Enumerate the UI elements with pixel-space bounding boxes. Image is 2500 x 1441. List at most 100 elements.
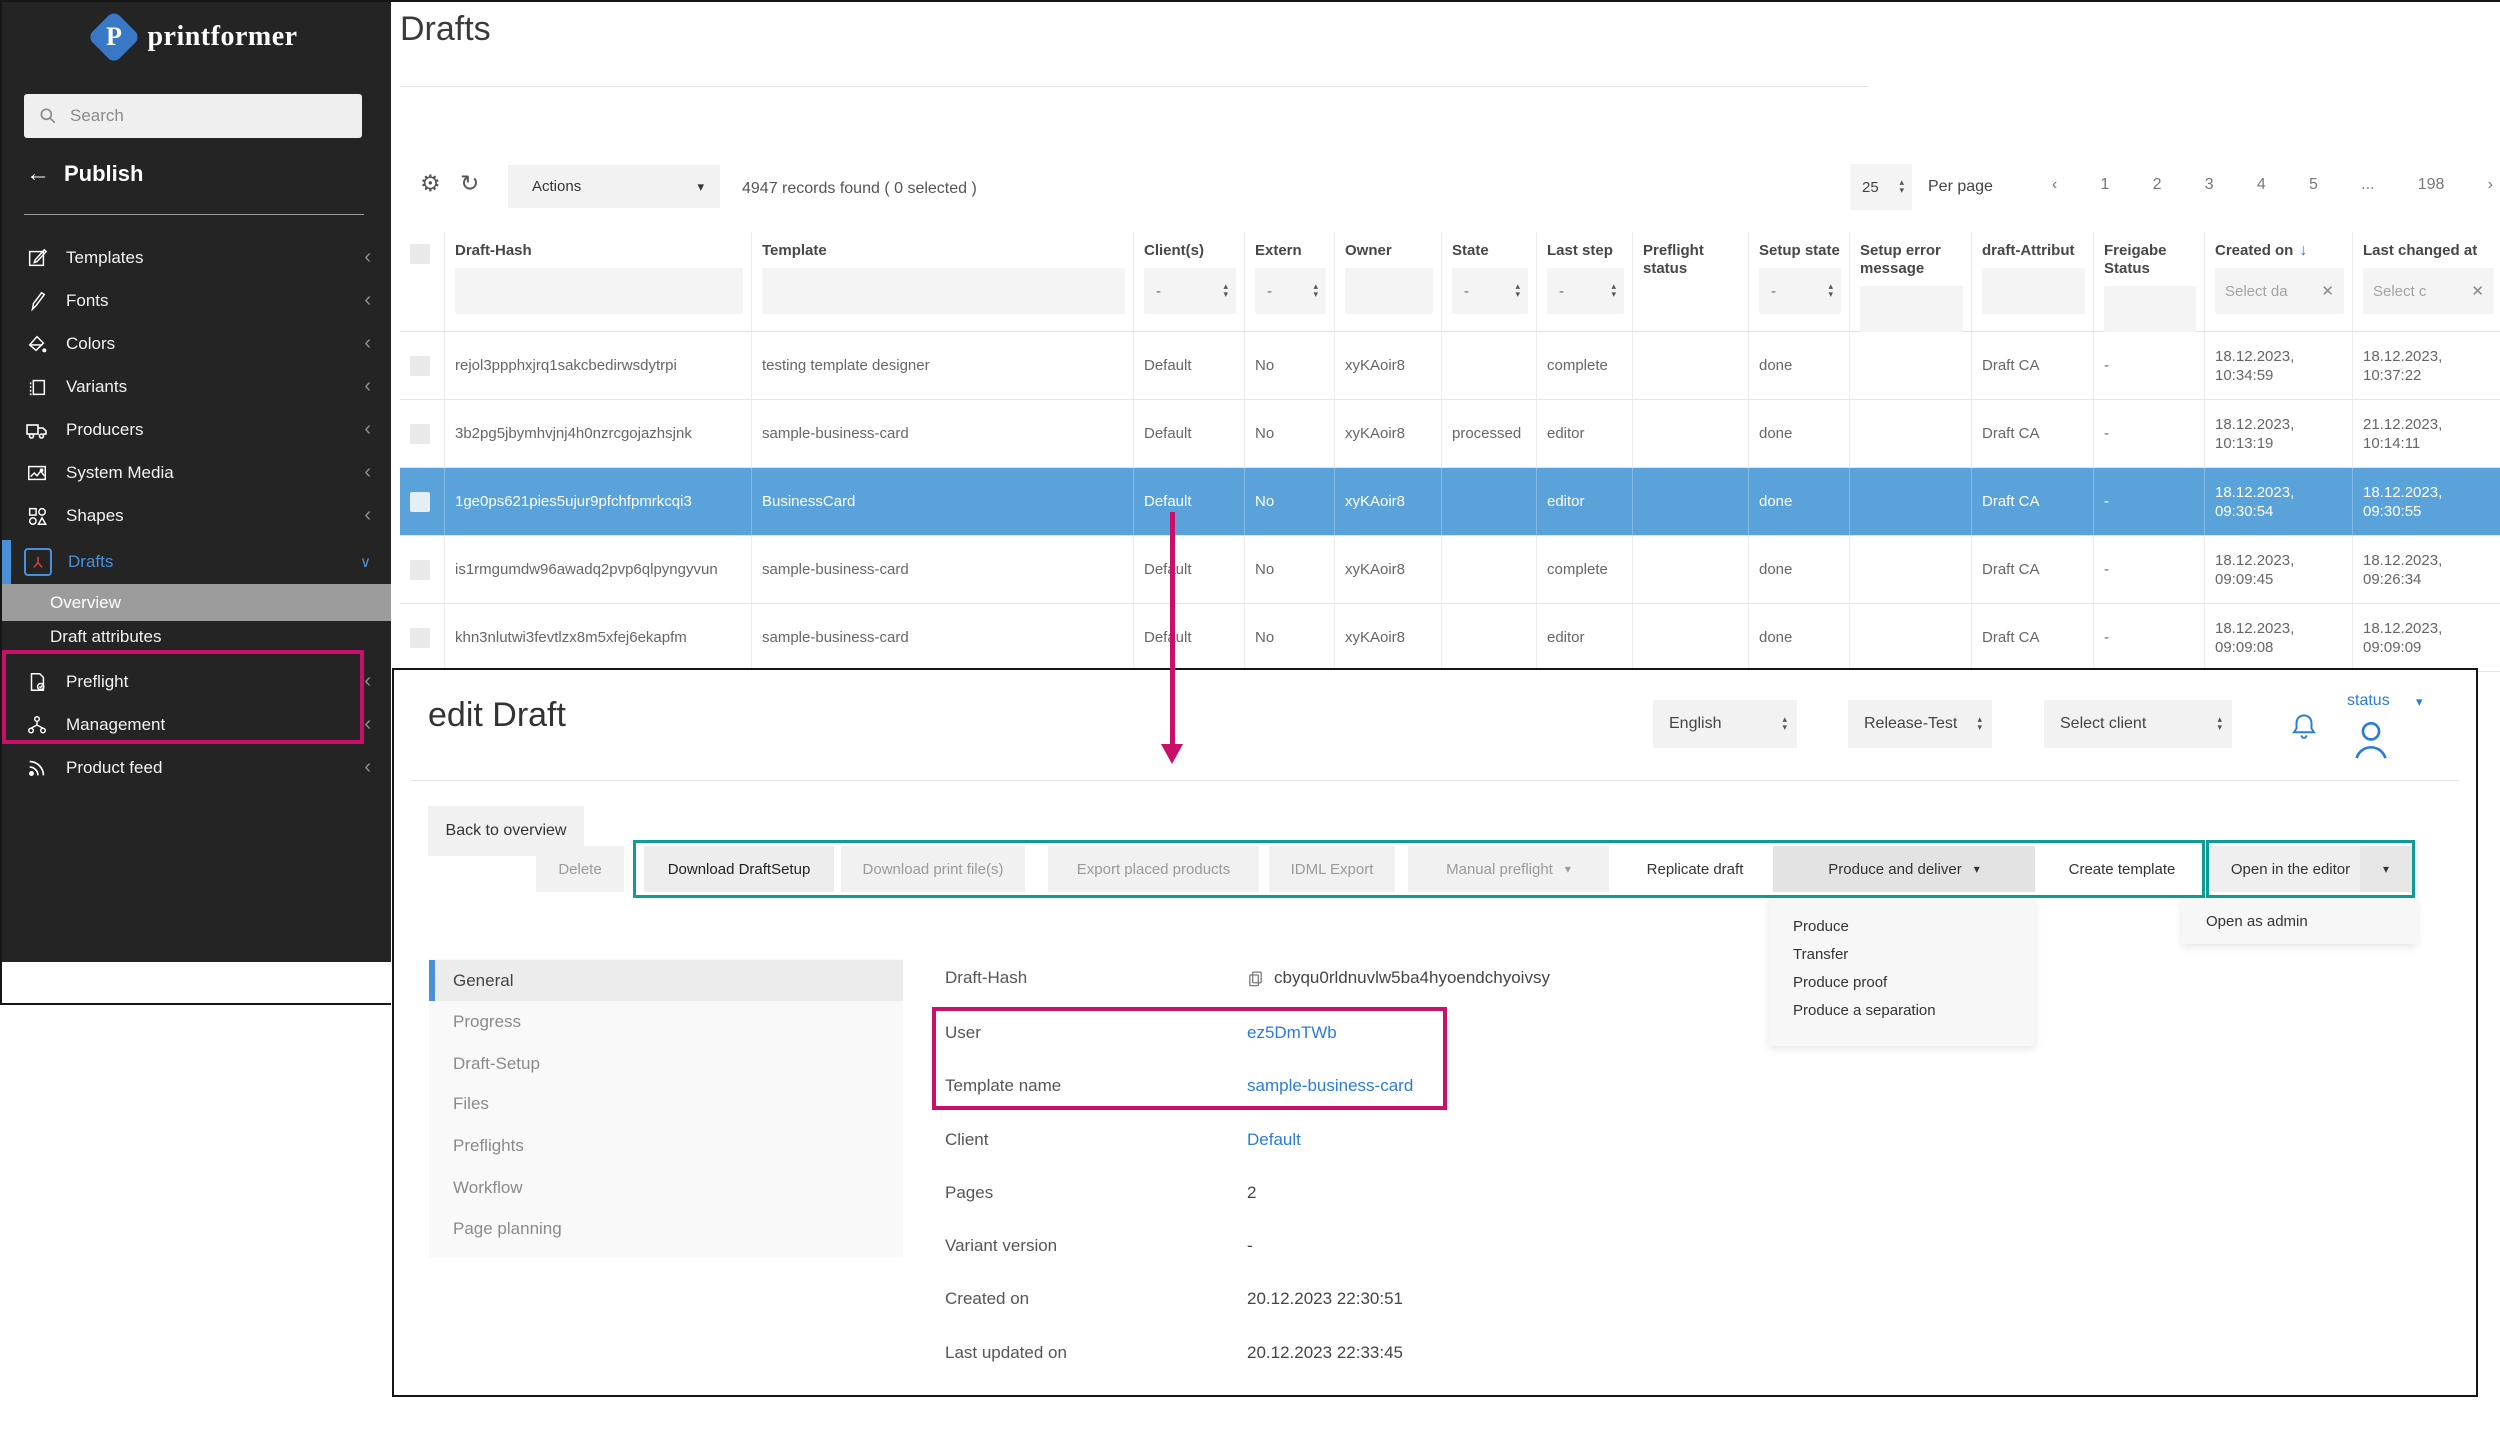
menu-item-produce-proof[interactable]: Produce proof (1769, 968, 2035, 996)
sidebar-subitem-overview[interactable]: Overview (2, 584, 391, 621)
filter-created-on-date[interactable]: Select da✕ (2215, 268, 2344, 314)
copy-icon[interactable] (1247, 969, 1264, 988)
clear-icon[interactable]: ✕ (2321, 282, 2334, 300)
row-checkbox[interactable] (410, 356, 430, 376)
open-in-editor-button[interactable]: Open in the editor ▾ (2209, 846, 2412, 892)
table-row[interactable]: rejol3ppphxjrq1sakcbedirwsdytrpi testing… (400, 332, 2500, 400)
nav-item-page-planning[interactable]: Page planning (429, 1208, 903, 1249)
col-header-preflight-status[interactable]: Preflight status (1643, 242, 1740, 278)
filter-freigabe-input[interactable] (2104, 286, 2196, 332)
sidebar-item-producers[interactable]: Producers ‹ (2, 408, 391, 451)
release-select[interactable]: Release-Test ▴▾ (1848, 700, 1992, 748)
filter-last-step-select[interactable]: -▴▾ (1547, 268, 1624, 314)
filter-state-select[interactable]: -▴▾ (1452, 268, 1528, 314)
row-checkbox[interactable] (410, 424, 430, 444)
client-select[interactable]: Select client ▴▾ (2044, 700, 2232, 748)
manual-preflight-button[interactable]: Manual preflight ▾ (1408, 846, 1609, 892)
filter-draft-hash-input[interactable] (455, 268, 743, 314)
template-link[interactable]: sample-business-card (1247, 1076, 1413, 1096)
filter-last-changed-date[interactable]: Select c✕ (2363, 268, 2494, 314)
status-dropdown[interactable]: status (2347, 692, 2390, 710)
page-button[interactable]: 5 (2309, 176, 2318, 194)
sidebar-item-templates[interactable]: Templates ‹ (2, 236, 391, 279)
next-page-button[interactable]: › (2488, 176, 2493, 194)
menu-item-produce[interactable]: Produce (1769, 912, 2035, 940)
row-checkbox[interactable] (410, 628, 430, 648)
filter-owner-input[interactable] (1345, 268, 1433, 314)
sidebar-search-input[interactable]: Search (24, 94, 362, 138)
actions-dropdown[interactable]: Actions ▾ (508, 165, 720, 208)
filter-extern-select[interactable]: -▴▾ (1255, 268, 1326, 314)
row-checkbox[interactable] (410, 560, 430, 580)
nav-item-workflow[interactable]: Workflow (429, 1167, 903, 1208)
col-header-clients[interactable]: Client(s) (1144, 242, 1236, 260)
table-row[interactable]: is1rmgumdw96awadq2pvp6qlpyngyvun sample-… (400, 536, 2500, 604)
sidebar-item-colors[interactable]: Colors ‹ (2, 322, 391, 365)
filter-clients-select[interactable]: -▴▾ (1144, 268, 1236, 314)
client-link[interactable]: Default (1247, 1130, 1301, 1150)
delete-button[interactable]: Delete (536, 846, 624, 892)
caret-down-icon[interactable]: ▾ (2360, 846, 2412, 892)
filter-setup-error-input[interactable] (1860, 286, 1963, 332)
row-checkbox[interactable] (410, 492, 430, 512)
col-header-draft-attribut[interactable]: draft-Attribut (1982, 242, 2085, 260)
page-button[interactable]: 3 (2205, 176, 2214, 194)
export-placed-products-button[interactable]: Export placed products (1048, 846, 1259, 892)
prev-page-button[interactable]: ‹ (2052, 176, 2057, 194)
table-row[interactable]: khn3nlutwi3fevtlzx8m5xfej6ekapfm sample-… (400, 604, 2500, 672)
gear-icon[interactable]: ⚙ (420, 170, 441, 197)
user-avatar-icon[interactable] (2347, 716, 2395, 762)
clear-icon[interactable]: ✕ (2471, 282, 2484, 300)
filter-template-input[interactable] (762, 268, 1125, 314)
page-button[interactable]: 2 (2153, 176, 2162, 194)
page-button[interactable]: 198 (2418, 176, 2445, 194)
menu-item-open-as-admin[interactable]: Open as admin (2182, 907, 2332, 935)
nav-item-draft-setup[interactable]: Draft-Setup (429, 1043, 903, 1084)
user-link[interactable]: ez5DmTWb (1247, 1023, 1337, 1043)
sidebar-item-fonts[interactable]: Fonts ‹ (2, 279, 391, 322)
per-page-select[interactable]: 25 ▴▾ (1850, 164, 1912, 210)
nav-item-files[interactable]: Files (429, 1083, 903, 1124)
sidebar-item-variants[interactable]: Variants ‹ (2, 365, 391, 408)
page-button[interactable]: 1 (2101, 176, 2110, 194)
sidebar-item-shapes[interactable]: Shapes ‹ (2, 494, 391, 537)
menu-item-produce-separation[interactable]: Produce a separation (1769, 996, 2035, 1024)
col-header-freigabe-status[interactable]: Freigabe Status (2104, 242, 2196, 278)
filter-setup-state-select[interactable]: -▴▾ (1759, 268, 1841, 314)
replicate-draft-button[interactable]: Replicate draft (1626, 846, 1764, 892)
page-button[interactable]: 4 (2257, 176, 2266, 194)
download-draftsetup-button[interactable]: Download DraftSetup (644, 846, 834, 892)
produce-and-deliver-button[interactable]: Produce and deliver ▾ (1773, 846, 2035, 892)
create-template-button[interactable]: Create template (2049, 846, 2195, 892)
sidebar-item-preflight[interactable]: Preflight ‹ (2, 660, 391, 703)
sidebar-item-product-feed[interactable]: Product feed ‹ (2, 746, 391, 789)
nav-item-progress[interactable]: Progress (429, 1001, 903, 1042)
col-header-setup-state[interactable]: Setup state (1759, 242, 1841, 260)
col-header-setup-error[interactable]: Setup error message (1860, 242, 1963, 278)
menu-item-transfer[interactable]: Transfer (1769, 940, 2035, 968)
table-row-selected[interactable]: 1ge0ps621pies5ujur9pfchfpmrkcqi3 Busines… (400, 468, 2500, 536)
nav-item-preflights[interactable]: Preflights (429, 1125, 903, 1166)
language-select[interactable]: English ▴▾ (1653, 700, 1797, 748)
col-header-extern[interactable]: Extern (1255, 242, 1326, 260)
table-row[interactable]: 3b2pg5jbymhvjnj4h0nzrcgojazhsjnk sample-… (400, 400, 2500, 468)
col-header-created-on[interactable]: Created on↓ (2215, 242, 2344, 260)
publish-back-link[interactable]: ← Publish (26, 160, 143, 188)
refresh-icon[interactable]: ↻ (460, 170, 479, 197)
col-header-template[interactable]: Template (762, 242, 1125, 260)
select-all-checkbox[interactable] (410, 244, 430, 264)
col-header-draft-hash[interactable]: Draft-Hash (455, 242, 743, 260)
bell-icon[interactable] (2289, 710, 2319, 742)
sidebar-item-drafts[interactable]: Drafts ∨ (2, 540, 391, 583)
download-print-files-button[interactable]: Download print file(s) (841, 846, 1025, 892)
sidebar-item-system-media[interactable]: System Media ‹ (2, 451, 391, 494)
col-header-last-step[interactable]: Last step (1547, 242, 1624, 260)
col-header-state[interactable]: State (1452, 242, 1528, 260)
idml-export-button[interactable]: IDML Export (1269, 846, 1395, 892)
nav-item-general[interactable]: General (429, 960, 903, 1001)
filter-draft-attribut-input[interactable] (1982, 268, 2085, 314)
col-header-owner[interactable]: Owner (1345, 242, 1433, 260)
col-header-last-changed[interactable]: Last changed at (2363, 242, 2494, 260)
sidebar-subitem-draft-attributes[interactable]: Draft attributes (2, 622, 391, 652)
sidebar-item-management[interactable]: Management ‹ (2, 703, 391, 746)
